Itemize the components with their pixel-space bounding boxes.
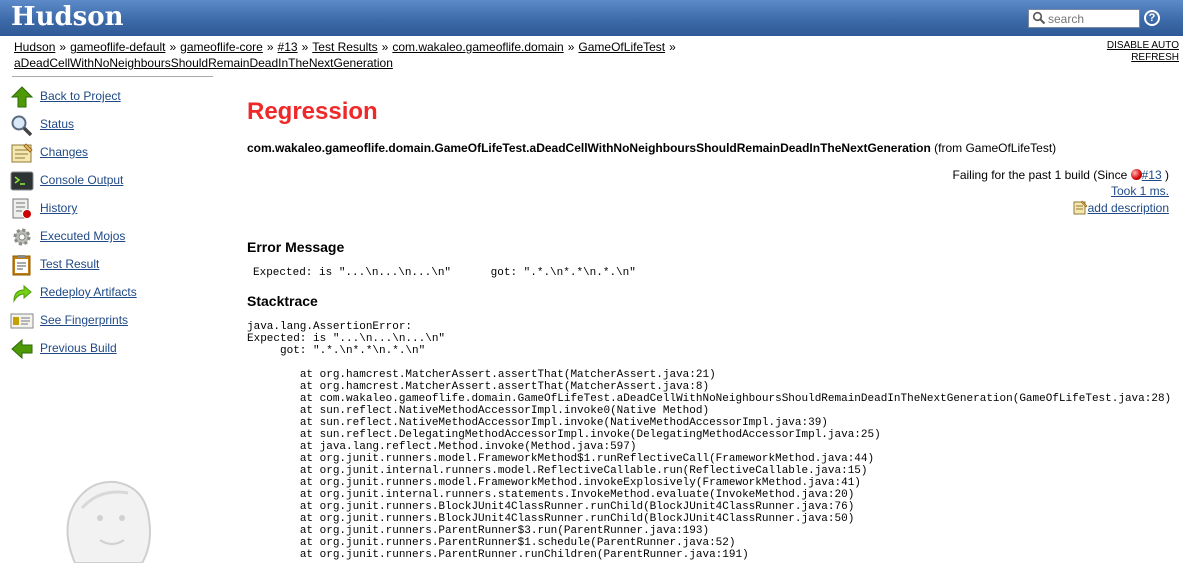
breadcrumb-item[interactable]: com.wakaleo.gameoflife.domain bbox=[392, 40, 563, 54]
sidebar-item-label[interactable]: See Fingerprints bbox=[40, 313, 128, 327]
sidebar-item-label[interactable]: Changes bbox=[40, 145, 88, 159]
clipboard-icon bbox=[12, 255, 31, 276]
failing-build-link[interactable]: #13 bbox=[1142, 168, 1162, 182]
breadcrumb-item[interactable]: #13 bbox=[278, 40, 298, 54]
sidebar-item-label[interactable]: Previous Build bbox=[40, 341, 117, 355]
error-message-text: Expected: is "...\n...\n...\n" got: ".*.… bbox=[253, 267, 636, 279]
test-name: com.wakaleo.gameoflife.domain.GameOfLife… bbox=[247, 141, 931, 155]
sidebar-item-redeploy-artifacts[interactable]: Redeploy Artifacts bbox=[10, 280, 215, 308]
fingerprint-card-icon bbox=[10, 313, 34, 329]
breadcrumb-separator: » bbox=[567, 40, 575, 54]
test-name-line: com.wakaleo.gameoflife.domain.GameOfLife… bbox=[247, 141, 1056, 155]
breadcrumb-separator: » bbox=[301, 40, 309, 54]
auto-refresh-line1[interactable]: DISABLE AUTO bbox=[1107, 40, 1179, 51]
page-title: Regression bbox=[247, 98, 378, 125]
terminal-icon bbox=[10, 171, 34, 191]
sidebar-item-see-fingerprints[interactable]: See Fingerprints bbox=[10, 308, 215, 336]
top-header-bar: Hudson ? bbox=[0, 0, 1183, 36]
sidebar-item-console-output[interactable]: Console Output bbox=[10, 168, 215, 196]
sidebar-item-history[interactable]: History bbox=[10, 196, 215, 224]
up-arrow-icon bbox=[10, 86, 34, 108]
sidebar-item-label[interactable]: Redeploy Artifacts bbox=[40, 285, 137, 299]
failing-prefix: Failing for the past 1 build (Since bbox=[952, 168, 1131, 182]
sidebar-item-changes[interactable]: Changes bbox=[10, 140, 215, 168]
history-icon bbox=[12, 198, 32, 219]
test-from: (from GameOfLifeTest) bbox=[930, 141, 1057, 155]
sidebar-item-label[interactable]: History bbox=[40, 201, 77, 215]
stacktrace-text: java.lang.AssertionError: Expected: is "… bbox=[247, 321, 1172, 561]
add-description-control[interactable]: add description bbox=[1073, 200, 1169, 215]
redeploy-arrow-icon bbox=[13, 284, 32, 303]
breadcrumb-item[interactable]: GameOfLifeTest bbox=[578, 40, 665, 54]
search-box[interactable] bbox=[1028, 9, 1140, 28]
sidebar-item-label[interactable]: Back to Project bbox=[40, 89, 121, 103]
search-input[interactable] bbox=[1048, 11, 1136, 26]
sidebar: Back to Project Status Changes Console O… bbox=[10, 84, 215, 364]
magnifier-icon bbox=[11, 115, 33, 136]
sidebar-item-status[interactable]: Status bbox=[10, 112, 215, 140]
help-icon[interactable]: ? bbox=[1144, 10, 1160, 26]
breadcrumb-separator: » bbox=[59, 40, 67, 54]
sidebar-item-test-result[interactable]: Test Result bbox=[10, 252, 215, 280]
sidebar-item-back-to-project[interactable]: Back to Project bbox=[10, 84, 215, 112]
gear-icon bbox=[13, 228, 31, 246]
sidebar-item-executed-mojos[interactable]: Executed Mojos bbox=[10, 224, 215, 252]
failing-suffix: ) bbox=[1161, 168, 1169, 182]
breadcrumb-item[interactable]: gameoflife-default bbox=[70, 40, 165, 54]
failed-build-ball-icon bbox=[1130, 169, 1142, 180]
breadcrumb-item[interactable]: Hudson bbox=[14, 40, 55, 54]
sidebar-item-label[interactable]: Status bbox=[40, 117, 74, 131]
search-icon bbox=[1032, 11, 1046, 25]
failing-status: Failing for the past 1 build (Since #13 … bbox=[953, 168, 1169, 182]
error-message-heading: Error Message bbox=[247, 239, 345, 255]
breadcrumb-separator: » bbox=[381, 40, 389, 54]
sidebar-item-label[interactable]: Test Result bbox=[40, 257, 99, 271]
stacktrace-heading: Stacktrace bbox=[247, 293, 318, 309]
disable-auto-refresh-link[interactable]: DISABLE AUTO REFRESH bbox=[1107, 40, 1179, 64]
add-description-link[interactable]: add description bbox=[1088, 201, 1169, 215]
took-duration-link[interactable]: Took 1 ms. bbox=[1111, 184, 1169, 198]
sidebar-item-previous-build[interactable]: Previous Build bbox=[10, 336, 215, 364]
hudson-logo[interactable]: Hudson bbox=[11, 2, 124, 32]
breadcrumb-separator: » bbox=[169, 40, 177, 54]
sidebar-item-label[interactable]: Console Output bbox=[40, 173, 123, 187]
breadcrumb: Hudson» gameoflife-default» gameoflife-cor… bbox=[14, 39, 1094, 71]
breadcrumb-separator: » bbox=[266, 40, 274, 54]
breadcrumb-item[interactable]: Test Results bbox=[312, 40, 377, 54]
notepad-icon bbox=[11, 143, 33, 163]
butler-mascot-icon bbox=[66, 480, 151, 563]
sidebar-item-label[interactable]: Executed Mojos bbox=[40, 229, 125, 243]
breadcrumb-item[interactable]: gameoflife-core bbox=[180, 40, 263, 54]
breadcrumb-separator: » bbox=[669, 40, 676, 54]
auto-refresh-line2[interactable]: REFRESH bbox=[1131, 52, 1179, 63]
breadcrumb-item[interactable]: aDeadCellWithNoNeighboursShouldRemainDea… bbox=[14, 56, 393, 70]
edit-notepad-icon bbox=[1073, 200, 1088, 215]
sidebar-divider bbox=[12, 76, 213, 77]
left-arrow-icon bbox=[11, 338, 33, 360]
